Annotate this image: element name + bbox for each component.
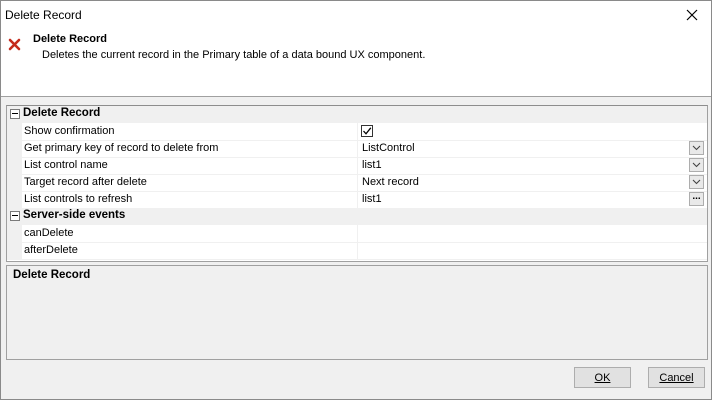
property-name: canDelete xyxy=(24,227,74,239)
property-value[interactable]: Next record xyxy=(362,176,419,188)
close-icon xyxy=(686,9,698,21)
property-value[interactable]: list1 xyxy=(362,193,382,205)
dialog-window: Delete Record Delete Record Deletes the … xyxy=(0,0,712,400)
property-row-candelete[interactable]: canDelete xyxy=(7,225,707,243)
property-name: Get primary key of record to delete from xyxy=(24,142,219,154)
ellipsis-button[interactable]: ... xyxy=(689,192,704,206)
show-confirmation-checkbox[interactable] xyxy=(361,125,373,137)
property-row-primary-key-source[interactable]: Get primary key of record to delete from… xyxy=(7,140,707,158)
red-x-icon xyxy=(8,38,21,51)
chevron-down-icon xyxy=(692,179,701,185)
property-name: List control name xyxy=(24,159,108,171)
dropdown-button[interactable] xyxy=(689,175,704,189)
collapse-toggle-icon[interactable] xyxy=(10,211,20,221)
category-server-side-events[interactable]: Server-side events xyxy=(7,208,707,225)
category-label: Server-side events xyxy=(23,209,126,221)
cancel-button[interactable]: Cancel xyxy=(648,367,705,388)
title-bar: Delete Record xyxy=(1,1,711,29)
property-name: Target record after delete xyxy=(24,176,147,188)
property-name: Show confirmation xyxy=(24,125,115,137)
dropdown-button[interactable] xyxy=(689,141,704,155)
header-title: Delete Record xyxy=(33,33,107,45)
property-grid: Delete Record Show confirmation Get prim… xyxy=(6,105,708,262)
checkmark-icon xyxy=(363,127,372,135)
window-title: Delete Record xyxy=(5,8,82,22)
description-panel: Delete Record xyxy=(6,265,708,360)
property-name: afterDelete xyxy=(24,244,78,256)
category-delete-record[interactable]: Delete Record xyxy=(7,106,707,123)
dropdown-button[interactable] xyxy=(689,158,704,172)
collapse-toggle-icon[interactable] xyxy=(10,109,20,119)
description-title: Delete Record xyxy=(13,269,91,281)
property-value[interactable]: ListControl xyxy=(362,142,415,154)
chevron-down-icon xyxy=(692,162,701,168)
chevron-down-icon xyxy=(692,145,701,151)
property-row-afterdelete[interactable]: afterDelete xyxy=(7,242,707,260)
ok-button[interactable]: OK xyxy=(574,367,631,388)
header-panel: Delete Record Deletes the current record… xyxy=(1,29,711,97)
property-row-target-record[interactable]: Target record after delete Next record xyxy=(7,174,707,192)
ok-button-label: OK xyxy=(594,371,611,384)
category-label: Delete Record xyxy=(23,107,101,119)
property-row-list-control-name[interactable]: List control name list1 xyxy=(7,157,707,175)
close-button[interactable] xyxy=(679,4,705,26)
header-description: Deletes the current record in the Primar… xyxy=(42,49,426,61)
property-row-show-confirmation[interactable]: Show confirmation xyxy=(7,123,707,141)
cancel-button-label: Cancel xyxy=(659,371,694,384)
property-value[interactable]: list1 xyxy=(362,159,382,171)
property-name: List controls to refresh xyxy=(24,193,133,205)
property-row-list-controls-refresh[interactable]: List controls to refresh list1 ... xyxy=(7,191,707,209)
